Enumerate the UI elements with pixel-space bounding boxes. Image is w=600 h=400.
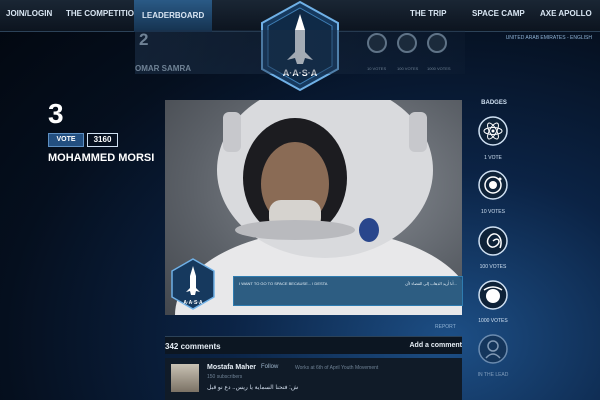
caption-arabic: أنا أريد الذهاب إلى الفضاء لأن...: [405, 281, 457, 286]
nav-the-trip[interactable]: THE TRIP: [410, 9, 446, 18]
comment-subscribers: 150 subscribers: [207, 374, 243, 380]
nav-leaderboard[interactable]: LEADERBOARD: [134, 0, 213, 32]
badge-label: 10 VOTES: [481, 209, 505, 215]
galaxy-icon: [478, 226, 508, 256]
hexagon-small-icon: A·A·S·A: [171, 258, 215, 310]
comment-item: Mostafa Maher Follow Works at 6th of Apr…: [165, 358, 462, 400]
rank-3-number: 3: [48, 98, 64, 129]
photo-aasa-logo: A·A·S·A: [170, 258, 216, 315]
nav-join-login[interactable]: JOIN/LOGIN: [6, 9, 52, 18]
astronaut-icon: [478, 334, 508, 364]
rank-2-badge-1-icon: [367, 33, 387, 53]
badge-label: 1 VOTE: [484, 155, 502, 161]
comment-body: ش: فتحنا السماية يا ريس.. دع نو قبل: [207, 385, 299, 391]
rank-2-badge-100-icon: [427, 33, 447, 53]
rank-2-name: OMAR SAMRA: [135, 64, 191, 73]
badge-label: 1000 VOTES: [478, 318, 508, 324]
vote-count: 3160: [87, 133, 118, 147]
badge-label: 100 VOTES: [479, 264, 507, 270]
comment-meta: Works at 6th of April Youth Movement: [295, 365, 379, 371]
caption-box: I WANT TO GO TO SPACE BECAUSE... I DESTA…: [233, 276, 463, 306]
contestant-name: MOHAMMED MORSI: [48, 152, 155, 164]
caption-english: I WANT TO GO TO SPACE BECAUSE... I DESTA: [239, 281, 328, 286]
rank-2-badge-label: 1000 VOTES: [427, 66, 451, 71]
photo-logo-text: A·A·S·A: [183, 300, 203, 306]
planet-icon: [478, 280, 508, 310]
comments-header: 342 comments Add a comment: [165, 336, 462, 354]
nav-the-competition[interactable]: THE COMPETITION: [66, 9, 140, 18]
vote-button[interactable]: VOTE: [48, 133, 84, 147]
comments-count: 342 comments: [165, 342, 221, 351]
nav-axe-apollo[interactable]: AXE APOLLO: [540, 9, 592, 18]
atom-icon: [478, 116, 508, 146]
nav-space-camp[interactable]: SPACE CAMP: [472, 9, 525, 18]
rank-2-entry[interactable]: 2 OMAR SAMRA 10 VOTES 100 VOTES 1000 VOT…: [135, 30, 465, 74]
rank-2-number: 2: [139, 30, 149, 49]
comment-author[interactable]: Mostafa Maher: [207, 364, 256, 371]
add-comment-link[interactable]: Add a comment: [409, 342, 462, 349]
rank-2-badge-10-icon: [397, 33, 417, 53]
rank-2-badge-label: 100 VOTES: [397, 66, 419, 71]
rank-2-badge-label: 10 VOTES: [367, 66, 387, 71]
report-link[interactable]: REPORT: [435, 324, 456, 330]
orbit-icon: [478, 170, 508, 200]
locale-selector[interactable]: UNITED ARAB EMIRATES - ENGLISH: [506, 35, 592, 41]
badges-title: BADGES: [481, 100, 507, 106]
follow-link[interactable]: Follow: [261, 364, 278, 370]
badge-label: IN THE LEAD: [477, 372, 509, 378]
commenter-avatar[interactable]: [171, 364, 199, 392]
